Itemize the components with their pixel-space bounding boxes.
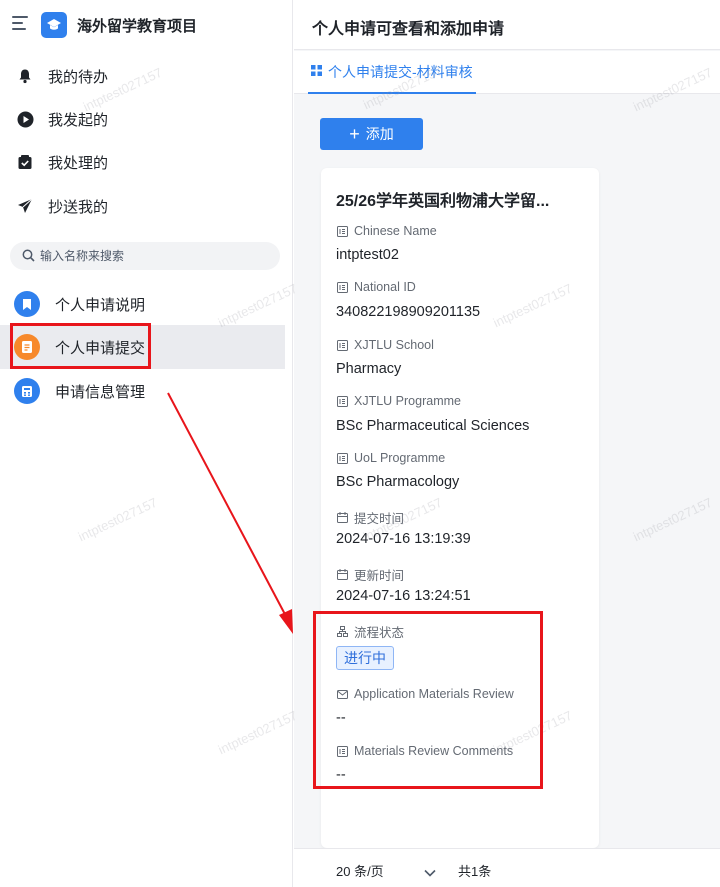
app-item-info-management[interactable]: 申请信息管理 xyxy=(0,369,285,413)
calculator-icon xyxy=(14,378,40,404)
bell-icon xyxy=(16,67,34,85)
total-count: 共1条 xyxy=(458,864,492,879)
nav-item-cc-me[interactable]: 抄送我的 xyxy=(0,186,293,226)
nav-item-label: 我发起的 xyxy=(48,111,109,129)
send-icon xyxy=(16,197,34,215)
nav-item-handled[interactable]: 我处理的 xyxy=(0,142,293,182)
search-input[interactable] xyxy=(40,246,270,266)
field-label-chinese-name: Chinese Name xyxy=(337,224,437,238)
text-field-icon xyxy=(337,339,348,351)
page-title: 个人申请可查看和添加申请 xyxy=(312,21,505,38)
field-value-chinese-name: intptest02 xyxy=(336,247,399,263)
tab-label: 个人申请提交-材料审核 xyxy=(328,63,473,80)
chevron-down-icon[interactable] xyxy=(424,864,436,882)
menu-icon[interactable] xyxy=(12,16,28,30)
bookmark-icon xyxy=(14,291,40,317)
field-value-update-time: 2024-07-16 13:24:51 xyxy=(336,588,471,604)
calendar-icon xyxy=(337,569,348,580)
search-icon xyxy=(22,249,35,267)
add-button-label: 添加 xyxy=(365,126,394,142)
search-box[interactable] xyxy=(10,242,280,270)
field-label-submit-time: 提交时间 xyxy=(337,508,404,527)
plus-icon: + xyxy=(349,124,360,144)
nav-item-initiated[interactable]: 我发起的 xyxy=(0,99,293,139)
field-label-xjtlu-school: XJTLU School xyxy=(337,338,434,352)
tab-bar: 个人申请提交-材料审核 xyxy=(294,51,720,94)
nav-item-label: 抄送我的 xyxy=(48,198,109,216)
check-box-icon xyxy=(16,153,34,171)
annotation-box-sidebar xyxy=(10,323,151,369)
grid-icon xyxy=(311,63,322,81)
nav-item-my-todo[interactable]: 我的待办 xyxy=(0,56,293,96)
app-logo-icon xyxy=(41,12,67,38)
app-title: 海外留学教育项目 xyxy=(77,18,198,35)
play-circle-icon xyxy=(16,110,34,128)
sidebar: 海外留学教育项目 我的待办 我发起的 我处理的 抄送我的 个人申请说 xyxy=(0,0,293,887)
field-label-national-id: National ID xyxy=(337,280,416,294)
field-value-xjtlu-programme: BSc Pharmaceutical Sciences xyxy=(336,418,530,434)
text-field-icon xyxy=(337,281,348,293)
nav-item-label: 我处理的 xyxy=(48,154,109,172)
app-header: 海外留学教育项目 xyxy=(0,0,293,50)
add-button[interactable]: + 添加 xyxy=(320,118,423,150)
text-field-icon xyxy=(337,452,348,464)
app-item-label: 个人申请说明 xyxy=(55,296,146,314)
app-item-label: 申请信息管理 xyxy=(55,383,146,401)
page-header: 个人申请可查看和添加申请 xyxy=(294,0,720,50)
field-label-xjtlu-programme: XJTLU Programme xyxy=(337,394,461,408)
page-size-select[interactable]: 20 条/页 xyxy=(336,861,384,880)
field-value-submit-time: 2024-07-16 13:19:39 xyxy=(336,531,471,547)
app-item-application-guide[interactable]: 个人申请说明 xyxy=(0,282,285,326)
text-field-icon xyxy=(337,225,348,237)
field-value-uol-programme: BSc Pharmacology xyxy=(336,474,460,490)
field-value-xjtlu-school: Pharmacy xyxy=(336,361,402,377)
annotation-box-status xyxy=(313,611,543,789)
pagination: 20 条/页 共1条 xyxy=(294,848,720,887)
text-field-icon xyxy=(337,395,348,407)
field-label-update-time: 更新时间 xyxy=(337,565,404,584)
nav-item-label: 我的待办 xyxy=(48,68,109,86)
card-title: 25/26学年英国利物浦大学留... xyxy=(336,193,550,210)
field-value-national-id: 340822198909201135 xyxy=(336,304,481,320)
tab-application-review[interactable]: 个人申请提交-材料审核 xyxy=(308,51,476,94)
calendar-icon xyxy=(337,512,348,523)
field-label-uol-programme: UoL Programme xyxy=(337,451,445,465)
